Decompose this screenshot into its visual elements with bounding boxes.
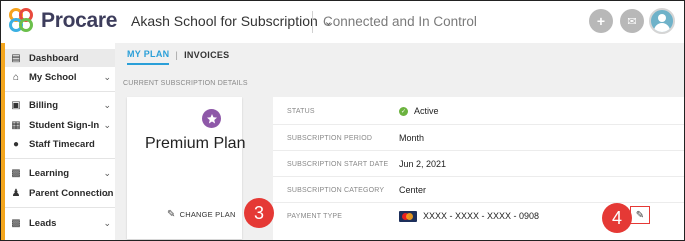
sidebar-item-parent-connection[interactable]: ♟ Parent Connection ⌄ [5, 184, 115, 202]
detail-row-start-date: SUBSCRIPTION START DATE Jun 2, 2021 [273, 151, 684, 177]
top-bar: Procare Akash School for Subscription ⌄ … [1, 1, 684, 43]
school-icon: ⌂ [12, 71, 20, 83]
chevron-down-icon: ⌄ [103, 217, 111, 228]
dashboard-icon: ▤ [11, 52, 21, 64]
leads-icon: ▩ [11, 217, 21, 229]
chevron-down-icon: ⌄ [103, 167, 111, 178]
add-icon[interactable]: + [589, 9, 613, 33]
detail-row-category: SUBSCRIPTION CATEGORY Center [273, 177, 684, 203]
user-avatar[interactable] [649, 8, 675, 34]
tab-invoices[interactable]: INVOICES [184, 50, 229, 64]
app-window: Procare Akash School for Subscription ⌄ … [0, 0, 685, 241]
plan-name: Premium Plan [145, 135, 246, 152]
step-marker-4: 4 [602, 203, 632, 233]
sidebar-item-label: Learning [29, 167, 70, 179]
main-content: MY PLAN | INVOICES CURRENT SUBSCRIPTION … [115, 43, 684, 240]
brand-name: Procare [41, 9, 118, 32]
sidebar: ▤ Dashboard ⌂ My School ⌄ ▣ Billing ⌄ ▦ … [1, 43, 115, 240]
chevron-down-icon: ⌄ [103, 119, 111, 130]
chevron-down-icon: ⌄ [103, 71, 111, 82]
sidebar-divider [5, 207, 115, 208]
sidebar-item-leads[interactable]: ▩ Leads ⌄ [5, 214, 115, 232]
sidebar-item-my-school[interactable]: ⌂ My School ⌄ [5, 68, 115, 86]
check-circle-icon: ✓ [399, 106, 408, 116]
detail-label: PAYMENT TYPE [287, 212, 343, 220]
subscription-tabs: MY PLAN | INVOICES [127, 49, 230, 65]
star-icon [202, 109, 221, 128]
detail-value: Month [399, 133, 425, 143]
billing-icon: ▣ [11, 99, 21, 111]
change-plan-label: CHANGE PLAN [179, 210, 236, 219]
sidebar-divider [5, 158, 115, 159]
pencil-icon: ✎ [167, 209, 176, 220]
detail-row-status: STATUS ✓ Active [273, 98, 684, 124]
sidebar-item-billing[interactable]: ▣ Billing ⌄ [5, 96, 115, 114]
school-name: Akash School for Subscription [131, 13, 318, 29]
detail-label: SUBSCRIPTION CATEGORY [287, 186, 385, 194]
detail-label: SUBSCRIPTION START DATE [287, 160, 389, 168]
tagline: Connected and In Control [323, 14, 477, 29]
chevron-down-icon: ⌄ [103, 99, 111, 110]
tab-separator: | [175, 50, 179, 60]
tab-my-plan[interactable]: MY PLAN [127, 49, 170, 65]
sidebar-item-label: Staff Timecard [29, 138, 95, 150]
section-title: CURRENT SUBSCRIPTION DETAILS [123, 80, 248, 87]
procare-logo[interactable]: Procare [9, 7, 117, 35]
sidebar-item-label: Leads [29, 217, 57, 229]
edit-payment-button[interactable]: ✎ [630, 206, 650, 224]
header-divider [312, 11, 313, 33]
sidebar-item-label: Dashboard [29, 52, 79, 64]
sidebar-item-label: Parent Connection [29, 187, 114, 199]
timecard-icon: ● [12, 138, 20, 150]
sidebar-item-label: Billing [29, 99, 59, 111]
change-plan-button[interactable]: ✎ CHANGE PLAN [167, 209, 236, 220]
sidebar-divider [5, 91, 115, 92]
learning-icon: ▩ [11, 167, 21, 179]
detail-label: STATUS [287, 107, 315, 115]
status-value: Active [414, 106, 439, 116]
detail-value: Center [399, 185, 427, 195]
mastercard-icon [399, 210, 417, 222]
detail-label: SUBSCRIPTION PERIOD [287, 134, 373, 142]
parent-icon: ♟ [11, 187, 21, 199]
school-selector[interactable]: Akash School for Subscription ⌄ [131, 13, 333, 29]
procare-logo-icon [9, 8, 35, 34]
sidebar-item-dashboard[interactable]: ▤ Dashboard [5, 49, 115, 67]
detail-value: Jun 2, 2021 [399, 159, 447, 169]
pencil-icon: ✎ [635, 209, 645, 221]
sidebar-item-label: Student Sign-In [29, 119, 100, 131]
sidebar-item-student-sign-in[interactable]: ▦ Student Sign-In ⌄ [5, 116, 115, 134]
sign-in-icon: ▦ [11, 119, 21, 131]
detail-row-period: SUBSCRIPTION PERIOD Month [273, 125, 684, 151]
step-marker-3: 3 [244, 198, 274, 228]
mail-icon[interactable]: ✉ [620, 9, 644, 33]
sidebar-item-staff-timecard[interactable]: ● Staff Timecard [5, 135, 115, 153]
chevron-down-icon: ⌄ [103, 187, 111, 198]
card-number: XXXX - XXXX - XXXX - 0908 [423, 211, 540, 221]
sidebar-item-label: My School [29, 71, 77, 83]
sidebar-item-learning[interactable]: ▩ Learning ⌄ [5, 164, 115, 182]
